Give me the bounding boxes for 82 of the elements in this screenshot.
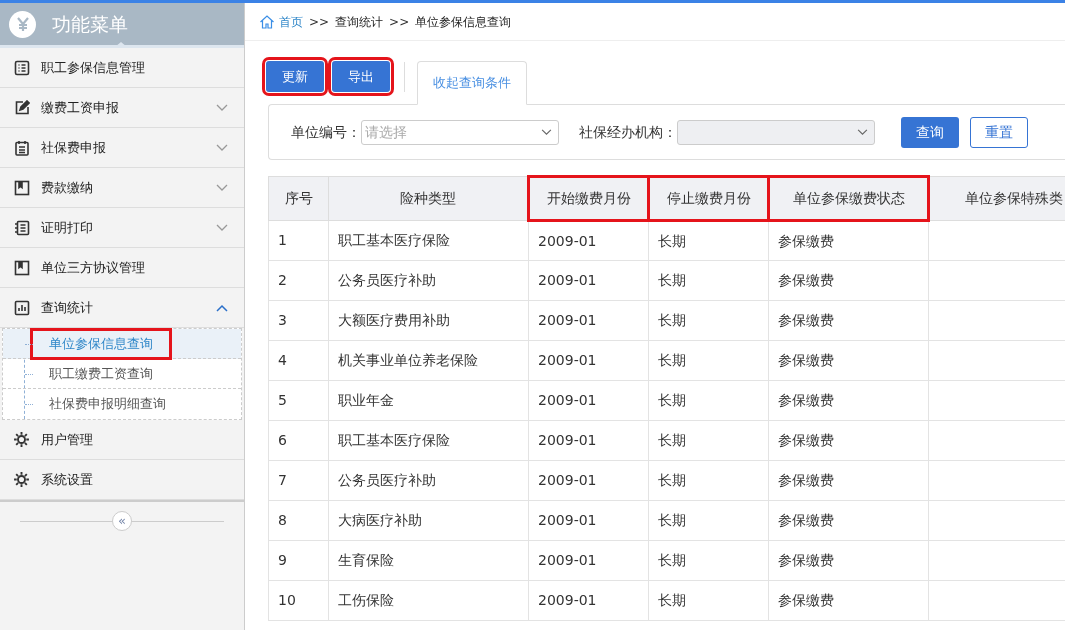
breadcrumb-link[interactable]: 首页 [279, 12, 303, 31]
table-cell: 参保缴费 [768, 300, 929, 341]
table-cell: 9 [268, 540, 329, 581]
column-header: 单位参保特殊类 [928, 176, 1065, 221]
table-cell: 2009-01 [528, 420, 649, 461]
table-cell: 2009-01 [528, 380, 649, 421]
table-cell: 2 [268, 260, 329, 301]
submenu-item[interactable]: 职工缴费工资查询 [33, 360, 169, 387]
breadcrumb-item: 查询统计 [335, 13, 384, 31]
collapse-button[interactable]: « [112, 511, 132, 531]
home-icon[interactable] [259, 13, 275, 30]
breadcrumb-item: 单位参保信息查询 [415, 13, 512, 31]
table-cell: 长期 [648, 220, 769, 261]
table-cell: 参保缴费 [768, 580, 929, 621]
table-cell: 大额医疗费用补助 [328, 300, 529, 341]
table-cell: 参保缴费 [768, 380, 929, 421]
table-cell: 参保缴费 [768, 220, 929, 261]
column-header: 开始缴费月份 [528, 176, 649, 221]
table-cell: 公务员医疗补助 [328, 460, 529, 501]
table-cell: 长期 [648, 340, 769, 381]
table-cell: 7 [268, 460, 329, 501]
table-cell: 参保缴费 [768, 420, 929, 461]
table-cell: 6 [268, 420, 329, 461]
column-header: 单位参保缴费状态 [768, 176, 929, 221]
table-cell: 长期 [648, 500, 769, 541]
table-cell: 职工基本医疗保险 [328, 220, 529, 261]
clipboard-icon [13, 139, 30, 156]
table-cell: 长期 [648, 580, 769, 621]
gear-icon [13, 431, 30, 448]
table-cell: 参保缴费 [768, 260, 929, 301]
table-cell: 参保缴费 [768, 460, 929, 501]
table-cell: 长期 [648, 460, 769, 501]
table-cell: 工伤保险 [328, 580, 529, 621]
column-header: 险种类型 [328, 176, 529, 221]
table-cell: 2009-01 [528, 460, 649, 501]
filter-button[interactable]: 查询 [901, 116, 959, 148]
table-cell: 4 [268, 340, 329, 381]
filter-button[interactable]: 重置 [970, 116, 1028, 148]
table-cell: 机关事业单位养老保险 [328, 340, 529, 381]
table-cell: 参保缴费 [768, 500, 929, 541]
table-cell: 2009-01 [528, 500, 649, 541]
table-cell: 职工基本医疗保险 [328, 420, 529, 461]
table-cell: 参保缴费 [768, 540, 929, 581]
book-icon [13, 259, 30, 276]
column-header: 序号 [268, 176, 329, 221]
table-cell: 大病医疗补助 [328, 500, 529, 541]
table-cell: 长期 [648, 300, 769, 341]
table-cell: 长期 [648, 540, 769, 581]
breadcrumb-separator: >> [309, 13, 330, 31]
list-icon [13, 219, 30, 236]
yen-icon [9, 10, 36, 38]
bar-chart-icon [13, 299, 30, 316]
filter-label: 社保经办机构： [579, 122, 677, 142]
table-cell: 2009-01 [528, 540, 649, 581]
column-header: 停止缴费月份 [648, 176, 769, 221]
menu-title: 功能菜单 [52, 11, 128, 37]
filter-label: 单位编号： [291, 122, 361, 142]
table-cell: 1 [268, 220, 329, 261]
chevron-down-icon [857, 128, 868, 136]
table-cell: 8 [268, 500, 329, 541]
table-cell: 2009-01 [528, 260, 649, 301]
table-cell: 2009-01 [528, 580, 649, 621]
table-cell: 长期 [648, 380, 769, 421]
chevron-down-icon [541, 128, 552, 136]
table-cell: 2009-01 [528, 300, 649, 341]
table-cell: 2009-01 [528, 220, 649, 261]
table-cell: 5 [268, 380, 329, 421]
edit-icon [13, 99, 30, 116]
breadcrumb-separator: >> [389, 13, 410, 31]
gear-icon [13, 471, 30, 488]
table-cell: 长期 [648, 260, 769, 301]
table-cell: 长期 [648, 420, 769, 461]
table-cell: 公务员医疗补助 [328, 260, 529, 301]
table-cell: 2009-01 [528, 340, 649, 381]
table-icon [13, 59, 30, 76]
submenu-item[interactable]: 社保费申报明细查询 [33, 391, 182, 417]
table-cell: 参保缴费 [768, 340, 929, 381]
table-cell: 10 [268, 580, 329, 621]
book-icon [13, 179, 30, 196]
table-cell: 生育保险 [328, 540, 529, 581]
table-cell: 3 [268, 300, 329, 341]
table-cell: 职业年金 [328, 380, 529, 421]
